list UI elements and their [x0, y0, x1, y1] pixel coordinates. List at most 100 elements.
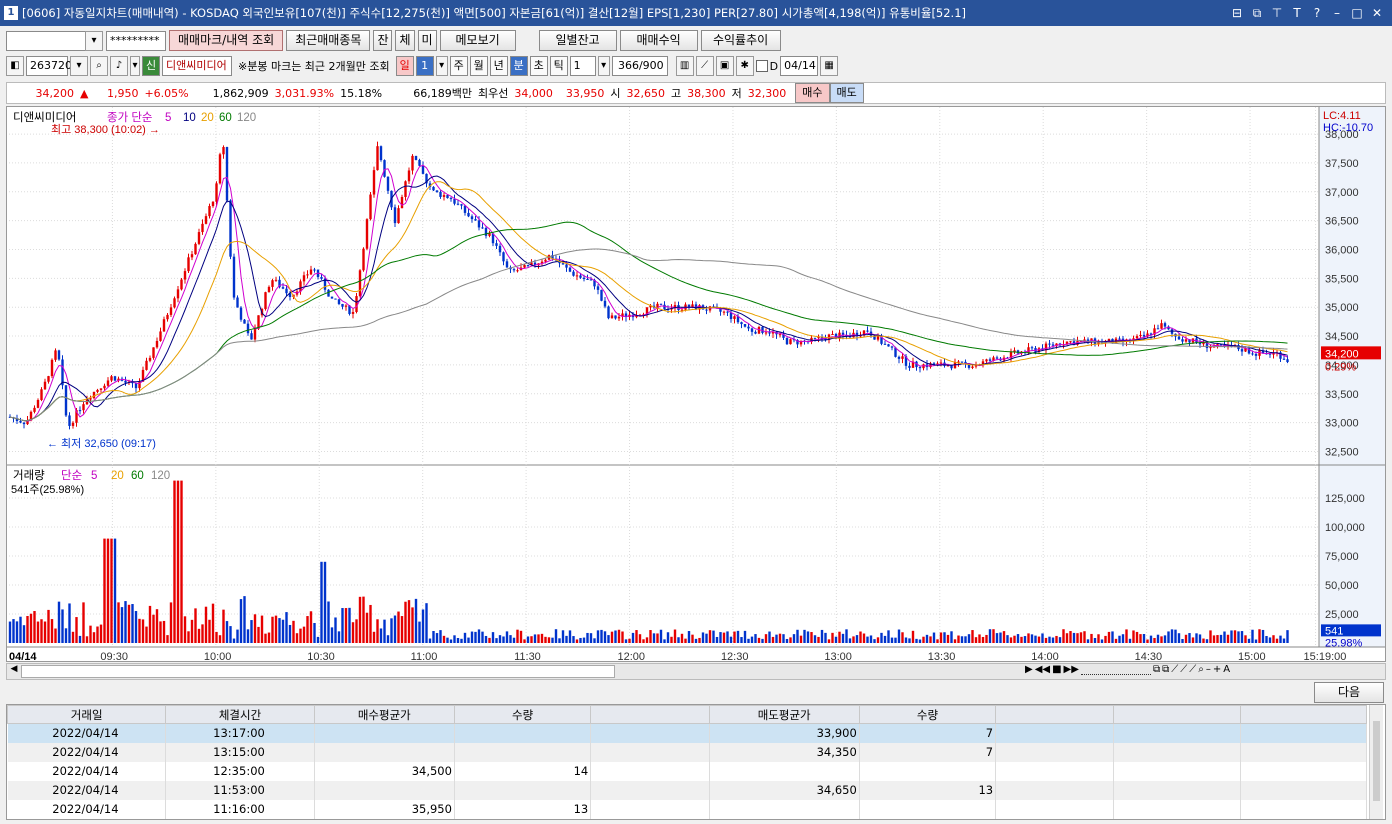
period-tick-button[interactable]: 틱: [549, 56, 568, 76]
column-header[interactable]: [590, 705, 710, 724]
trend-icon[interactable]: ⟋: [1180, 664, 1187, 675]
play-icon[interactable]: ▶: [1025, 664, 1033, 675]
volume-bar: [652, 633, 656, 643]
column-header[interactable]: [1113, 705, 1241, 724]
close-icon[interactable]: ✕: [1370, 6, 1384, 21]
restore-icon[interactable]: ⊟: [1230, 6, 1244, 21]
rewind-icon[interactable]: ◀◀: [1035, 664, 1050, 675]
column-header[interactable]: 거래일: [6, 705, 167, 724]
candle-settings-icon[interactable]: ▥: [675, 56, 694, 76]
column-header[interactable]: [1239, 705, 1368, 724]
volume-bar: [292, 620, 295, 643]
table-row[interactable]: 2022/04/14 11:53:00 34,650 13: [7, 780, 1368, 800]
stop-icon[interactable]: ■: [1052, 664, 1061, 675]
gear-icon[interactable]: ✱: [735, 56, 754, 76]
table-row[interactable]: 2022/04/14 13:15:00 34,350 7: [7, 742, 1368, 762]
sell-button[interactable]: 매도: [829, 83, 864, 103]
interval-field[interactable]: 1: [569, 56, 596, 76]
draw-line-icon[interactable]: ⟋: [695, 56, 714, 76]
forward-icon[interactable]: ▶▶: [1064, 664, 1079, 675]
volume-bar: [173, 480, 176, 643]
jan-button[interactable]: 잔: [373, 30, 393, 51]
date-field[interactable]: 04/14: [780, 56, 819, 76]
table-cell: [995, 799, 1115, 819]
column-header[interactable]: 체결시간: [165, 705, 315, 724]
calendar-icon[interactable]: ▦: [820, 56, 839, 76]
volume-bar: [1226, 634, 1230, 643]
chevron-down-icon[interactable]: ▾: [85, 30, 103, 51]
d-checkbox[interactable]: [755, 60, 768, 72]
font-icon[interactable]: T: [1290, 6, 1304, 21]
period-year-button[interactable]: 년: [489, 56, 508, 76]
table-row[interactable]: 2022/04/14 12:35:00 34,500 14: [7, 761, 1368, 781]
che-button[interactable]: 체: [395, 30, 415, 51]
password-field[interactable]: *********: [106, 30, 166, 51]
trend2-icon[interactable]: ⟋: [1189, 664, 1196, 675]
return-trend-button[interactable]: 수익률추이: [700, 30, 781, 51]
period-week-button[interactable]: 주: [449, 56, 468, 76]
chart-scrollbar[interactable]: ◀ ▶ ◀◀ ■ ▶▶ ⧉ ⧉ ⟋ ⟋ ⟋ ⌕ – + A: [6, 663, 1386, 680]
column-header[interactable]: 매도평균가: [708, 705, 860, 724]
indicator-icon[interactable]: ⟋: [1171, 664, 1178, 675]
scroll-left-icon[interactable]: ◀: [7, 664, 21, 679]
period-day-button[interactable]: 일: [395, 56, 414, 76]
candle: [96, 389, 99, 392]
volume-pct-label: 25.98%: [1325, 637, 1363, 649]
trade-mark-button[interactable]: 매매마크/내역 조회: [169, 30, 284, 51]
zoom-out-icon[interactable]: –: [1206, 664, 1211, 675]
compare-icon[interactable]: ⧉: [1153, 664, 1160, 675]
layout-icon[interactable]: ◧: [6, 56, 24, 76]
memo-button[interactable]: 메모보기: [439, 30, 516, 51]
stock-chart[interactable]: 38,00037,50037,00036,50036,00035,50035,0…: [7, 107, 1385, 663]
scroll-thumb[interactable]: [21, 665, 615, 678]
speaker-icon[interactable]: ♪: [110, 56, 128, 76]
period-month-button[interactable]: 월: [469, 56, 488, 76]
trade-profit-button[interactable]: 매매수익: [619, 30, 698, 51]
recent-items-button[interactable]: 최근매매종목: [286, 30, 371, 51]
account-select[interactable]: [6, 30, 86, 51]
table-row[interactable]: 2022/04/14 13:17:00 33,900 7: [7, 723, 1368, 743]
vol-tick-label: 25,000: [1325, 609, 1359, 621]
volume-bar: [953, 639, 957, 643]
chart-panel[interactable]: 38,000 37,500 37,000 36,500 36,000 35,500 35,0…: [6, 106, 1386, 663]
count-field[interactable]: 366/900: [611, 56, 668, 76]
chevron-down-icon[interactable]: ▾: [435, 56, 448, 76]
help-icon[interactable]: ?: [1310, 6, 1324, 21]
candle: [526, 264, 530, 266]
period-num-field[interactable]: 1: [415, 56, 434, 76]
copy-icon[interactable]: ⧉: [1250, 6, 1264, 21]
save-icon[interactable]: ▣: [715, 56, 734, 76]
zoom-slider[interactable]: [1080, 664, 1151, 675]
mi-button[interactable]: 미: [417, 30, 437, 51]
volume-bar: [435, 633, 439, 643]
stock-code-input[interactable]: 263720: [26, 56, 72, 76]
daily-balance-button[interactable]: 일별잔고: [538, 30, 617, 51]
copy-chart-icon[interactable]: ⧉: [1162, 664, 1169, 675]
next-button[interactable]: 다음: [1314, 682, 1384, 703]
zoom-icon[interactable]: ⌕: [1198, 664, 1204, 675]
column-header[interactable]: [995, 705, 1115, 724]
pin-icon[interactable]: ⊤: [1270, 6, 1284, 21]
text-size-icon[interactable]: A: [1223, 664, 1230, 675]
chevron-down-icon[interactable]: ▾: [130, 56, 140, 76]
search-icon[interactable]: ⌕: [90, 56, 108, 76]
column-header[interactable]: 매수평균가: [313, 705, 455, 724]
period-sec-button[interactable]: 초: [529, 56, 548, 76]
chevron-down-icon[interactable]: ▾: [597, 56, 610, 76]
table-cell: [709, 761, 860, 781]
minimize-icon[interactable]: –: [1330, 6, 1344, 21]
candle: [582, 277, 586, 279]
zoom-in-icon[interactable]: +: [1213, 664, 1221, 675]
chevron-down-icon[interactable]: ▾: [70, 56, 88, 76]
column-header[interactable]: 수량: [858, 705, 997, 724]
table-scroll-thumb[interactable]: [1373, 721, 1380, 801]
period-min-button[interactable]: 분: [509, 56, 528, 76]
table-row[interactable]: 2022/04/14 11:16:00 35,950 13: [7, 799, 1368, 819]
volume-bar: [502, 636, 505, 643]
maximize-icon[interactable]: □: [1350, 6, 1364, 21]
table-scrollbar[interactable]: [1369, 705, 1383, 819]
column-header[interactable]: 수량: [453, 705, 592, 724]
buy-button[interactable]: 매수: [795, 83, 830, 103]
volume-bar: [467, 637, 470, 643]
volume-bar: [348, 607, 351, 643]
